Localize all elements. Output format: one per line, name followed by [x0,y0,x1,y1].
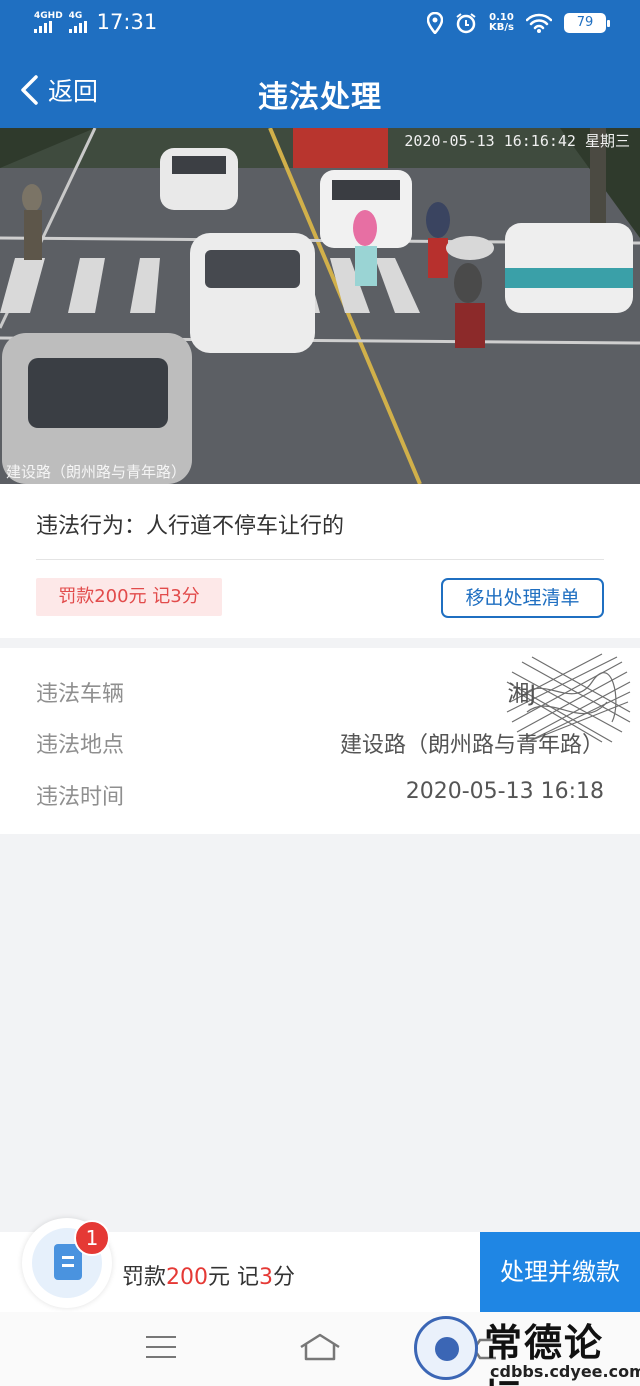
violation-behavior: 违法行为：人行道不停车让行的 [36,508,344,540]
photo-location-overlay: 建设路（朗州路与青年路） [6,463,187,481]
detail-label: 违法时间 [36,785,125,810]
detail-value: 建设路（朗州路与青年路） [339,733,604,758]
signal-1: 4GHD [34,11,63,33]
summary-mid: 元 记 [208,1265,260,1290]
fine-tag: 罚款200元 记3分 [36,578,222,616]
summary-prefix: 罚款 [122,1265,167,1290]
points-value: 3 [259,1265,274,1290]
count-badge: 1 [74,1220,110,1256]
network-speed: 0.10 KB/s [489,13,514,33]
wifi-icon [526,13,552,33]
page-title: 违法处理 [258,80,382,115]
speed-unit: KB/s [489,22,514,33]
traffic-scene-image [0,128,640,484]
summary-suffix: 分 [273,1265,296,1290]
network-1-label: 4G [34,11,48,21]
signal-bars-icon [34,21,52,33]
violation-card: 违法行为：人行道不停车让行的 罚款200元 记3分 移出处理清单 [0,484,640,638]
fine-amount: 200 [166,1265,209,1290]
behavior-value: 人行道不停车让行的 [146,514,345,539]
fine-summary: 罚款200元 记3分 [122,1259,295,1291]
photo-timestamp: 2020-05-13 16:16:42 星期三 [404,132,630,150]
signal-2: 4G [68,11,87,33]
remove-from-list-button[interactable]: 移出处理清单 [441,578,604,618]
detail-row-vehicle: 违法车辆 湘J [36,653,631,743]
violation-details-card: 违法车辆 湘J 违法地点 建设路（朗州路与青年路） 违法时间 2020-05-1… [0,648,640,834]
battery-icon: 79 [564,13,610,33]
network-2-label: 4G [68,11,83,21]
detail-value: 2020-05-13 16:18 [405,779,604,804]
location-icon [427,12,444,34]
status-time: 17:31 [96,10,158,34]
network-1-hd-label: HD [47,11,63,21]
detail-row-location: 违法地点 建设路（朗州路与青年路） [36,727,604,763]
signal-bars-icon [68,21,87,33]
detail-row-time: 违法时间 2020-05-13 16:18 [36,779,604,815]
behavior-label: 违法行为： [36,514,147,539]
divider [36,559,604,560]
watermark-url: cdbbs.cdyee.com [490,1362,640,1381]
forum-logo-icon [414,1316,478,1380]
violation-photo[interactable]: 2020-05-13 16:16:42 星期三 建设路（朗州路与青年路） [0,128,640,484]
detail-label: 违法地点 [36,733,125,758]
alarm-icon [456,13,476,34]
menu-icon[interactable] [146,1336,176,1360]
nav-bar: 返回 违法处理 [0,52,640,128]
forum-watermark: 常德论坛 cdbbs.cdyee.com [414,1312,640,1386]
detail-label: 违法车辆 [36,682,125,707]
process-and-pay-button[interactable]: 处理并缴款 [480,1232,640,1312]
app-header: 4GHD 4G 17:31 0.10 KB/s 79 返回 违法处理 [0,0,640,128]
home-icon[interactable] [298,1332,342,1362]
status-bar: 4GHD 4G 17:31 0.10 KB/s 79 [0,0,640,52]
